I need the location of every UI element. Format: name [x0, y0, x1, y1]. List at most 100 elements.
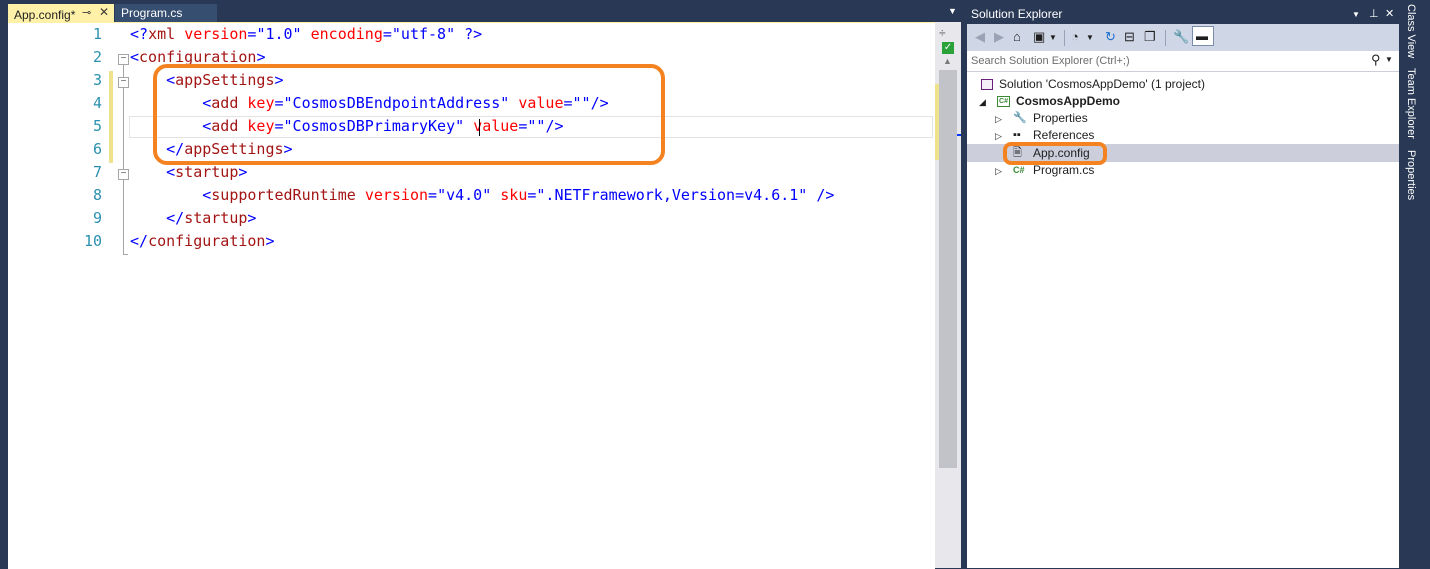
code-line[interactable]: 1 <?xml version="1.0" encoding="utf-8" ?> — [8, 23, 935, 46]
preview-icon: ▬ — [1196, 29, 1208, 43]
code-token: <? — [130, 25, 149, 43]
code-token: "utf-8" — [391, 25, 456, 43]
code-editor[interactable]: − − − 1 <?xml version="1.0" encoding="utf… — [8, 22, 935, 569]
editor-scrollbar[interactable]: ÷ ✓ ▲ — [935, 22, 961, 568]
line-number: 10 — [83, 232, 102, 250]
switch-views-icon[interactable]: ▣ — [1033, 29, 1045, 45]
pin-icon[interactable]: ⊥ — [1369, 4, 1379, 24]
chevron-down-icon[interactable]: ▼ — [1385, 55, 1393, 64]
side-tab-team-explorer[interactable]: Team Explorer — [1405, 68, 1417, 139]
collapsed-icon[interactable]: ▷ — [995, 131, 1002, 142]
code-text: <supportedRuntime version="v4.0" sku=".N… — [130, 184, 834, 207]
back-icon[interactable]: ◀ — [975, 29, 985, 45]
tab-dropdown-icon[interactable]: ▼ — [948, 6, 957, 16]
code-token: xml — [148, 25, 176, 43]
forward-icon[interactable]: ▶ — [994, 29, 1004, 45]
highlight-annotation — [153, 64, 665, 165]
search-input[interactable] — [971, 53, 1351, 69]
code-text: </startup> — [130, 207, 256, 230]
chevron-down-icon[interactable]: ▼ — [1086, 33, 1094, 42]
code-token: startup — [184, 209, 248, 227]
pin-icon[interactable]: ⊸ — [82, 6, 91, 19]
line-number: 6 — [92, 140, 102, 158]
solution-icon — [981, 79, 993, 90]
line-number: 1 — [92, 25, 102, 43]
pending-changes-filter-icon[interactable]: ◔ — [1071, 29, 1079, 44]
code-token: > — [247, 209, 257, 227]
solution-explorer-toolbar: ◀ ▶ ⌂ ▣ ▼ ◔ ▼ ↻ ⊟ ❐ 🔧 — [967, 24, 1399, 51]
toolbar-separator — [1064, 30, 1065, 46]
collapse-all-icon[interactable]: ⊟ — [1124, 29, 1135, 45]
close-icon[interactable]: ✕ — [1385, 4, 1394, 24]
home-icon[interactable]: ⌂ — [1013, 29, 1021, 44]
preview-selected-items-button[interactable]: ▬ — [1192, 26, 1214, 46]
solution-explorer-title-bar: Solution Explorer ▼ ⊥ ✕ — [967, 4, 1399, 24]
code-token: "1.0" — [256, 25, 302, 43]
scrollbar-thumb[interactable] — [939, 70, 957, 468]
sync-icon[interactable]: ↻ — [1105, 29, 1116, 45]
side-tab-properties[interactable]: Properties — [1405, 150, 1417, 200]
code-line[interactable]: 8 <supportedRuntime version="v4.0" sku="… — [8, 184, 935, 207]
change-marker — [935, 84, 939, 160]
code-token: < — [130, 48, 140, 66]
code-token: startup — [175, 163, 239, 181]
tree-item-label: Properties — [1033, 111, 1088, 125]
code-text: <?xml version="1.0" encoding="utf-8" ?> — [130, 23, 482, 46]
checkmark-icon: ✓ — [942, 42, 954, 54]
solution-explorer-title: Solution Explorer — [971, 7, 1063, 21]
code-token: </ — [130, 232, 149, 250]
code-token: > — [265, 232, 275, 250]
code-token: "v4.0" — [437, 186, 492, 204]
line-number: 9 — [92, 209, 102, 227]
chevron-down-icon[interactable]: ▼ — [1049, 33, 1057, 42]
code-token: < — [202, 186, 212, 204]
code-token: ?> — [464, 25, 483, 43]
expanded-icon[interactable]: ◢ — [979, 97, 986, 108]
code-token: /> — [816, 186, 835, 204]
solution-explorer-search: ⚲ ▼ — [967, 51, 1399, 72]
csharp-project-icon: C# — [997, 96, 1010, 107]
search-icon[interactable]: ⚲ — [1371, 52, 1381, 68]
code-token: </ — [166, 209, 185, 227]
highlight-annotation — [1003, 142, 1107, 165]
side-tab-class-view[interactable]: Class View — [1405, 4, 1417, 58]
line-number: 5 — [92, 117, 102, 135]
code-token: version — [364, 186, 429, 204]
code-token: version — [184, 25, 248, 43]
code-text: </configuration> — [130, 230, 275, 253]
tree-item-label: Solution 'CosmosAppDemo' (1 project) — [999, 77, 1206, 91]
window-position-icon[interactable]: ▼ — [1352, 5, 1360, 25]
code-token: encoding — [310, 25, 383, 43]
code-token: configuration — [148, 232, 266, 250]
line-number: 3 — [92, 71, 102, 89]
line-number: 2 — [92, 48, 102, 66]
code-line[interactable]: 10 </configuration> — [8, 230, 935, 253]
tab-program-cs[interactable]: Program.cs — [115, 4, 217, 22]
code-token: supportedRuntime — [211, 186, 356, 204]
line-number: 4 — [92, 94, 102, 112]
tab-app-config-label: App.config* — [14, 8, 76, 22]
split-icon[interactable]: ÷ — [939, 26, 946, 40]
code-token: sku — [500, 186, 528, 204]
line-number: 7 — [92, 163, 102, 181]
collapsed-icon[interactable]: ▷ — [995, 166, 1002, 177]
code-token: = — [428, 186, 438, 204]
code-line[interactable]: 9 </startup> — [8, 207, 935, 230]
code-token: ".NETFramework,Version=v4.6.1" — [536, 186, 808, 204]
code-token: = — [382, 25, 392, 43]
wrench-icon[interactable]: 🔧 — [1173, 29, 1189, 45]
line-number: 8 — [92, 186, 102, 204]
close-icon[interactable]: ✕ — [99, 5, 109, 19]
tab-program-cs-label: Program.cs — [121, 6, 183, 20]
show-all-files-icon[interactable]: ❐ — [1144, 29, 1156, 45]
collapsed-icon[interactable]: ▷ — [995, 114, 1002, 125]
code-token: < — [166, 163, 176, 181]
tree-item-label: CosmosAppDemo — [1016, 94, 1121, 108]
scroll-up-icon[interactable]: ▲ — [943, 56, 952, 66]
